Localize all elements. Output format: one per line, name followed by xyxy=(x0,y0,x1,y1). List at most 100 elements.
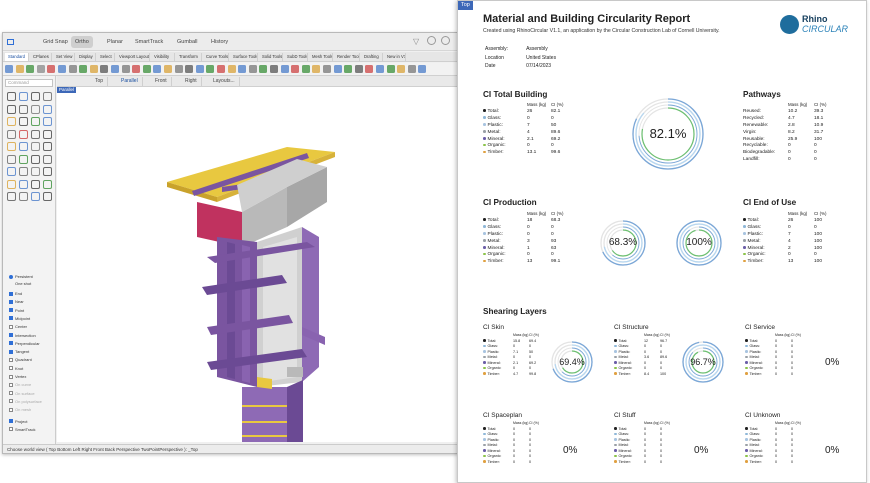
ribbon-tab-select[interactable]: Select xyxy=(97,53,115,61)
toolbar-tool-icon[interactable] xyxy=(132,65,141,73)
help-icon[interactable] xyxy=(427,36,436,45)
settings-icon[interactable] xyxy=(441,36,450,45)
ribbon-tab-mesh-tools[interactable]: Mesh Tools xyxy=(309,53,333,61)
toolbar-tool-icon[interactable] xyxy=(174,65,183,73)
tool-icon[interactable] xyxy=(43,192,52,201)
toolbar-tool-icon[interactable] xyxy=(312,65,321,73)
osnap-checkbox[interactable] xyxy=(9,427,13,432)
osnap-persistent[interactable]: Persistent xyxy=(9,274,33,279)
osnap-on-mesh[interactable]: On mesh xyxy=(9,407,31,412)
osnap-checkbox[interactable] xyxy=(9,349,13,354)
tool-icon[interactable] xyxy=(7,117,16,126)
tool-icon[interactable] xyxy=(7,129,16,139)
tool-icon[interactable] xyxy=(43,92,52,101)
toolbar-tool-icon[interactable] xyxy=(142,65,151,73)
tool-icon[interactable] xyxy=(31,92,40,101)
osnap-tangent[interactable]: Tangent xyxy=(9,349,29,354)
toolbar-tool-icon[interactable] xyxy=(47,65,56,73)
toggle-planar[interactable]: Planar xyxy=(103,36,127,48)
tool-icon[interactable] xyxy=(19,92,28,101)
toolbar-tool-icon[interactable] xyxy=(354,65,363,73)
osnap-checkbox[interactable] xyxy=(9,419,13,423)
tool-icon[interactable] xyxy=(19,154,28,164)
tool-icon[interactable] xyxy=(19,117,28,126)
view-tab-front[interactable]: Front xyxy=(151,77,172,86)
toggle-ortho[interactable]: Ortho xyxy=(71,36,93,48)
toolbar-tool-icon[interactable] xyxy=(58,65,66,73)
osnap-checkbox[interactable] xyxy=(9,374,13,379)
osnap-end[interactable]: End xyxy=(9,291,22,296)
tool-icon[interactable] xyxy=(43,142,52,151)
osnap-project[interactable]: Project xyxy=(9,419,27,424)
tool-icon[interactable] xyxy=(43,117,52,126)
osnap-checkbox[interactable] xyxy=(9,366,13,371)
tool-icon[interactable] xyxy=(19,142,28,151)
osnap-vertex[interactable]: Vertex xyxy=(9,374,26,379)
view-tab-top[interactable]: Top xyxy=(91,77,109,86)
osnap-checkbox[interactable] xyxy=(9,341,13,346)
ribbon-tab-drafting[interactable]: Drafting xyxy=(361,53,383,61)
tool-icon[interactable] xyxy=(7,192,16,201)
tool-icon[interactable] xyxy=(7,154,16,164)
osnap-checkbox[interactable] xyxy=(9,399,13,404)
tool-icon[interactable] xyxy=(19,192,28,201)
toolbar-tool-icon[interactable] xyxy=(15,65,24,73)
ribbon-tab-solid-tools[interactable]: Solid Tools xyxy=(259,53,283,61)
toolbar-tool-icon[interactable] xyxy=(248,65,257,73)
osnap-point[interactable]: Point xyxy=(9,308,24,313)
ribbon-tab-subd-tools[interactable]: SubD Tools xyxy=(284,53,308,61)
ribbon-tab-visibility[interactable]: Visibility xyxy=(151,53,175,61)
tool-icon[interactable] xyxy=(43,104,52,114)
osnap-checkbox[interactable] xyxy=(9,333,13,337)
toolbar-tool-icon[interactable] xyxy=(365,65,374,73)
sidebar-toggle-icon[interactable] xyxy=(7,39,14,45)
tool-icon[interactable] xyxy=(7,179,16,189)
tool-icon[interactable] xyxy=(31,129,40,139)
toolbar-tool-icon[interactable] xyxy=(418,65,427,73)
toggle-gumball[interactable]: Gumball xyxy=(173,36,201,48)
tool-icon[interactable] xyxy=(31,104,40,114)
osnap-checkbox[interactable] xyxy=(9,299,13,304)
osnap-intersection[interactable]: Intersection xyxy=(9,333,36,338)
toolbar-tool-icon[interactable] xyxy=(206,65,215,73)
toolbar-tool-icon[interactable] xyxy=(26,65,35,73)
osnap-checkbox[interactable] xyxy=(9,407,13,412)
osnap-checkbox[interactable] xyxy=(9,324,13,329)
toolbar-tool-icon[interactable] xyxy=(323,65,331,73)
command-input[interactable]: Command xyxy=(5,79,53,87)
tool-icon[interactable] xyxy=(31,192,40,201)
tool-icon[interactable] xyxy=(31,167,40,176)
toolbar-tool-icon[interactable] xyxy=(386,65,395,73)
osnap-checkbox[interactable] xyxy=(9,391,13,396)
osnap-on-curve[interactable]: On curve xyxy=(9,382,31,387)
toolbar-tool-icon[interactable] xyxy=(195,65,204,73)
tool-icon[interactable] xyxy=(7,92,16,101)
tool-icon[interactable] xyxy=(19,129,28,139)
osnap-checkbox[interactable] xyxy=(9,382,13,387)
tool-icon[interactable] xyxy=(31,117,40,126)
view-tab-layouts[interactable]: Layouts... xyxy=(209,77,240,86)
toolbar-tool-icon[interactable] xyxy=(344,65,353,73)
tool-icon[interactable] xyxy=(31,142,40,151)
toolbar-tool-icon[interactable] xyxy=(121,65,130,73)
toolbar-tool-icon[interactable] xyxy=(89,65,98,73)
toolbar-tool-icon[interactable] xyxy=(397,65,406,73)
toolbar-tool-icon[interactable] xyxy=(153,65,162,73)
toolbar-tool-icon[interactable] xyxy=(280,65,289,73)
toolbar-tool-icon[interactable] xyxy=(333,65,342,73)
tool-icon[interactable] xyxy=(19,179,28,189)
osnap-center[interactable]: Center xyxy=(9,324,27,329)
toolbar-tool-icon[interactable] xyxy=(79,65,88,73)
toolbar-tool-icon[interactable] xyxy=(259,65,268,73)
toolbar-tool-icon[interactable] xyxy=(164,65,172,73)
toolbar-tool-icon[interactable] xyxy=(68,65,77,73)
tool-icon[interactable] xyxy=(31,179,40,189)
osnap-checkbox[interactable] xyxy=(9,316,13,321)
tool-icon[interactable] xyxy=(7,167,16,176)
tool-icon[interactable] xyxy=(31,154,40,164)
toolbar-tool-icon[interactable] xyxy=(291,65,300,73)
osnap-knot[interactable]: Knot xyxy=(9,366,23,371)
osnap-on-surface[interactable]: On surface xyxy=(9,391,35,396)
ribbon-tab-display[interactable]: Display xyxy=(76,53,96,61)
osnap-checkbox[interactable] xyxy=(9,357,13,362)
